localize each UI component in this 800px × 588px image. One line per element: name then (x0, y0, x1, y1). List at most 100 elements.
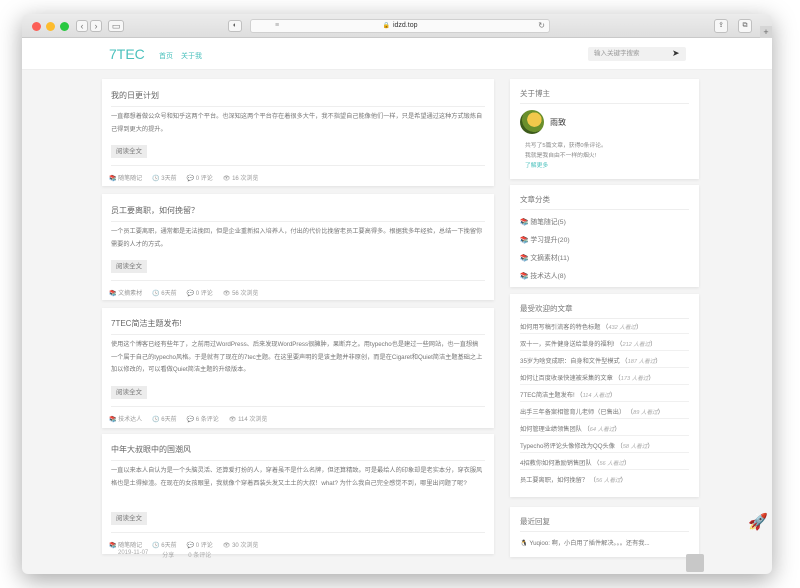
search-send-icon[interactable]: ➤ (672, 48, 680, 59)
post-date: 🕓 6天前 (152, 291, 177, 297)
reload-icon[interactable]: ↻ (538, 20, 545, 32)
popular-item[interactable]: 35岁为啥变成职：自身和文件型模式 （187 人看过） (520, 356, 689, 365)
close-window-button[interactable] (32, 22, 41, 31)
sidebar-toggle-icon[interactable]: ▭ (108, 20, 124, 32)
divider (520, 367, 689, 368)
view-count: 👁 56 次浏览 (222, 291, 259, 297)
address-bar[interactable]: ≡ 🔒 idzd.top ↻ (250, 19, 550, 33)
nav-home[interactable]: 首页 (159, 51, 173, 61)
comments-link[interactable]: 💬 0 评论 (187, 288, 213, 297)
post-excerpt: 一直以来本人自认为是一个头脑灵活、还算爱打扮的人，穿着虽不是什么名牌，但还算精致… (111, 467, 483, 487)
browser-window: ‹ › ▭ ◐ ≡ 🔒 idzd.top ↻ ⇪ ⧉ + 7TEC 首页 关于我 … (22, 14, 772, 574)
lock-icon: 🔒 (382, 23, 390, 29)
share-icon[interactable]: ⇪ (714, 19, 728, 33)
category-item[interactable]: 📚 文摘素材(11) (520, 252, 569, 262)
post-date: 🕓 6天前 (152, 543, 177, 549)
read-more-button[interactable]: 阅读全文 (111, 512, 147, 525)
popular-item[interactable]: 如何管理业绩领售团队 （64 人看过） (520, 424, 689, 433)
popular-item[interactable]: 如何让百度收录快速被采集的文章 （173 人看过） (520, 373, 689, 382)
forward-icon[interactable]: › (90, 20, 102, 32)
zoom-window-button[interactable] (60, 22, 69, 31)
divider (520, 384, 689, 385)
widget-title: 最受欢迎的文章 (520, 304, 573, 313)
post-excerpt: 一个员工要离职，通常都是无法挽回，但是企业重新招入培养人，付出的代价比挽留老员工… (111, 228, 483, 248)
scroll-top-button[interactable] (686, 554, 704, 572)
divider (111, 221, 485, 222)
category-link[interactable]: 📚 随笔随记 (109, 540, 142, 549)
post-excerpt: 一直都想着做公众号和知乎这两个平台。也深知这两个平台存在着很多大牛，我不指望自己… (111, 113, 483, 133)
post-title[interactable]: 我的日更计划 (111, 90, 159, 101)
popular-item[interactable]: 双十一，买件健身送给单身的福利! （212 人看过） (520, 339, 689, 348)
recent-replies-widget: 最近回复 🐧 Yuqioo: 啊，小白用了插件解决。。。还有我... (510, 507, 699, 557)
popular-item[interactable]: 4招教你如何激励销售团队 （56 人看过） (520, 458, 689, 467)
post-card: 员工要离职，如何挽留？ 一个员工要离职，通常都是无法挽回，但是企业重新招入培养人… (102, 194, 494, 300)
url-text: idzd.top (392, 22, 418, 29)
site-header: 7TEC 首页 关于我 输入关键字搜索 ➤ (22, 38, 772, 70)
reader-mode-icon[interactable]: ≡ (275, 20, 279, 32)
divider (111, 532, 485, 533)
view-count: 👁 16 次浏览 (222, 176, 259, 182)
popular-item[interactable]: 如何用写稿引流客的特色标题 （432 人看过） (520, 322, 689, 331)
avatar[interactable] (520, 110, 544, 134)
post-meta: 📚 文摘素材 🕓 6天前 💬 0 评论 👁 56 次浏览 (109, 288, 494, 297)
post-card: 我的日更计划 一直都想着做公众号和知乎这两个平台。也深知这两个平台存在着很多大牛… (102, 79, 494, 186)
site-logo[interactable]: 7TEC (109, 46, 145, 62)
read-more-button[interactable]: 阅读全文 (111, 386, 147, 399)
divider (111, 280, 485, 281)
divider (520, 531, 689, 532)
popular-item[interactable]: Typecho将评论头像修改为QQ头像 （58 人看过） (520, 441, 689, 450)
back-icon[interactable]: ‹ (76, 20, 88, 32)
new-tab-icon[interactable]: + (760, 26, 772, 38)
tabs-overview-icon[interactable]: ⧉ (738, 19, 752, 33)
about-more-link[interactable]: 了解更多 (525, 160, 548, 169)
comments-link[interactable]: 💬 0 评论 (187, 540, 213, 549)
divider (520, 350, 689, 351)
post-date: 🕓 3天前 (152, 176, 177, 182)
back-to-top-rocket-icon[interactable]: 🚀 (748, 512, 768, 532)
category-item[interactable]: 📚 随笔随记(5) (520, 216, 566, 226)
read-more-button[interactable]: 阅读全文 (111, 145, 147, 158)
post-meta: 📚 技术达人 🕓 6天前 💬 6 条评论 👁 114 次浏览 (109, 414, 494, 423)
post-title[interactable]: 中年大叔眼中的国潮风 (111, 444, 191, 455)
divider (520, 435, 689, 436)
category-link[interactable]: 📚 技术达人 (109, 414, 142, 423)
share-link[interactable]: 分享 (162, 550, 174, 559)
widget-title: 最近回复 (520, 517, 550, 526)
category-item[interactable]: 📚 技术达人(8) (520, 270, 566, 280)
divider (520, 418, 689, 419)
comments-link[interactable]: 💬 0 评论 (187, 173, 213, 182)
about-widget: 关于博主 雨致 共写了5篇文章，获得0条评论。 我就是我自由不一样的烟火! 了解… (510, 79, 699, 179)
view-count: 👁 30 次浏览 (222, 543, 259, 549)
popular-item[interactable]: 7TEC简洁主题发布! （114 人看过） (520, 390, 689, 399)
post-title[interactable]: 7TEC简洁主题发布! (111, 318, 182, 329)
read-more-button[interactable]: 阅读全文 (111, 260, 147, 273)
recent-reply-item[interactable]: 🐧 Yuqioo: 啊，小白用了插件解决。。。还有我... (520, 538, 689, 547)
divider (111, 334, 485, 335)
browser-toolbar: ‹ › ▭ ◐ ≡ 🔒 idzd.top ↻ ⇪ ⧉ + (22, 14, 772, 38)
nav-about[interactable]: 关于我 (181, 51, 202, 61)
divider (520, 209, 689, 210)
post-meta: 2019-11-07 分享 0 条评论 (118, 550, 211, 559)
popular-item[interactable]: 出手三年备案相管育儿老师（已售出） （89 人看过） (520, 407, 689, 416)
divider (520, 401, 689, 402)
category-item[interactable]: 📚 学习提升(20) (520, 234, 570, 244)
minimize-window-button[interactable] (46, 22, 55, 31)
post-title[interactable]: 员工要离职，如何挽留？ (111, 205, 199, 216)
divider (520, 103, 689, 104)
widget-title: 关于博主 (520, 89, 550, 98)
comments-link[interactable]: 💬 6 条评论 (187, 414, 219, 423)
post-card: 中年大叔眼中的国潮风 一直以来本人自认为是一个头脑灵活、还算爱打扮的人，穿着虽不… (102, 434, 494, 554)
privacy-shield-icon[interactable]: ◐ (228, 20, 242, 32)
popular-item[interactable]: 员工要离职，如何挽留？ （56 人看过） (520, 475, 689, 484)
category-link[interactable]: 📚 随笔随记 (109, 173, 142, 182)
divider (520, 318, 689, 319)
divider (520, 333, 689, 334)
divider (111, 460, 485, 461)
divider (520, 452, 689, 453)
post-meta: 📚 随笔随记 🕓 3天前 💬 0 评论 👁 16 次浏览 (109, 173, 494, 182)
categories-widget: 文章分类 📚 随笔随记(5) 📚 学习提升(20) 📚 文摘素材(11) 📚 技… (510, 185, 699, 287)
category-link[interactable]: 📚 文摘素材 (109, 288, 142, 297)
comments-link[interactable]: 0 条评论 (188, 550, 211, 559)
view-count: 👁 114 次浏览 (228, 417, 268, 423)
widget-title: 文章分类 (520, 195, 550, 204)
